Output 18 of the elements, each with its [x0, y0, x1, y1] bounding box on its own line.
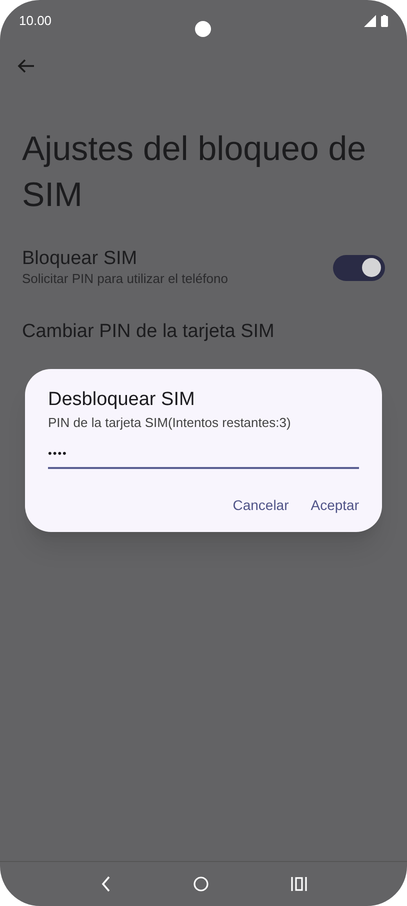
status-time: 10.00 [19, 12, 52, 30]
camera-icon [195, 21, 211, 37]
battery-icon [381, 14, 388, 26]
setting-title: Cambiar PIN de la tarjeta SIM [22, 321, 274, 343]
setting-subtitle: Solicitar PIN para utilizar el teléfono [22, 270, 228, 287]
setting-title: Bloquear SIM [22, 248, 138, 270]
signal-icon [364, 14, 376, 26]
recent-apps-icon[interactable] [290, 877, 306, 891]
pin-input-field[interactable]: •••• [48, 440, 359, 468]
back-icon[interactable] [100, 876, 110, 892]
dialog-title: Desbloquear SIM [48, 388, 196, 412]
home-icon[interactable] [192, 876, 208, 892]
back-arrow-icon[interactable] [17, 58, 35, 74]
dialog-button[interactable]: Aceptar [310, 494, 359, 516]
dialog-button[interactable]: Cancelar [232, 494, 289, 516]
toggle-switch[interactable] [333, 254, 385, 280]
dialog-message: PIN de la tarjeta SIM(Intentos restantes:3) [48, 414, 292, 432]
page-title: Ajustes del bloqueo de SIM [21, 129, 368, 216]
